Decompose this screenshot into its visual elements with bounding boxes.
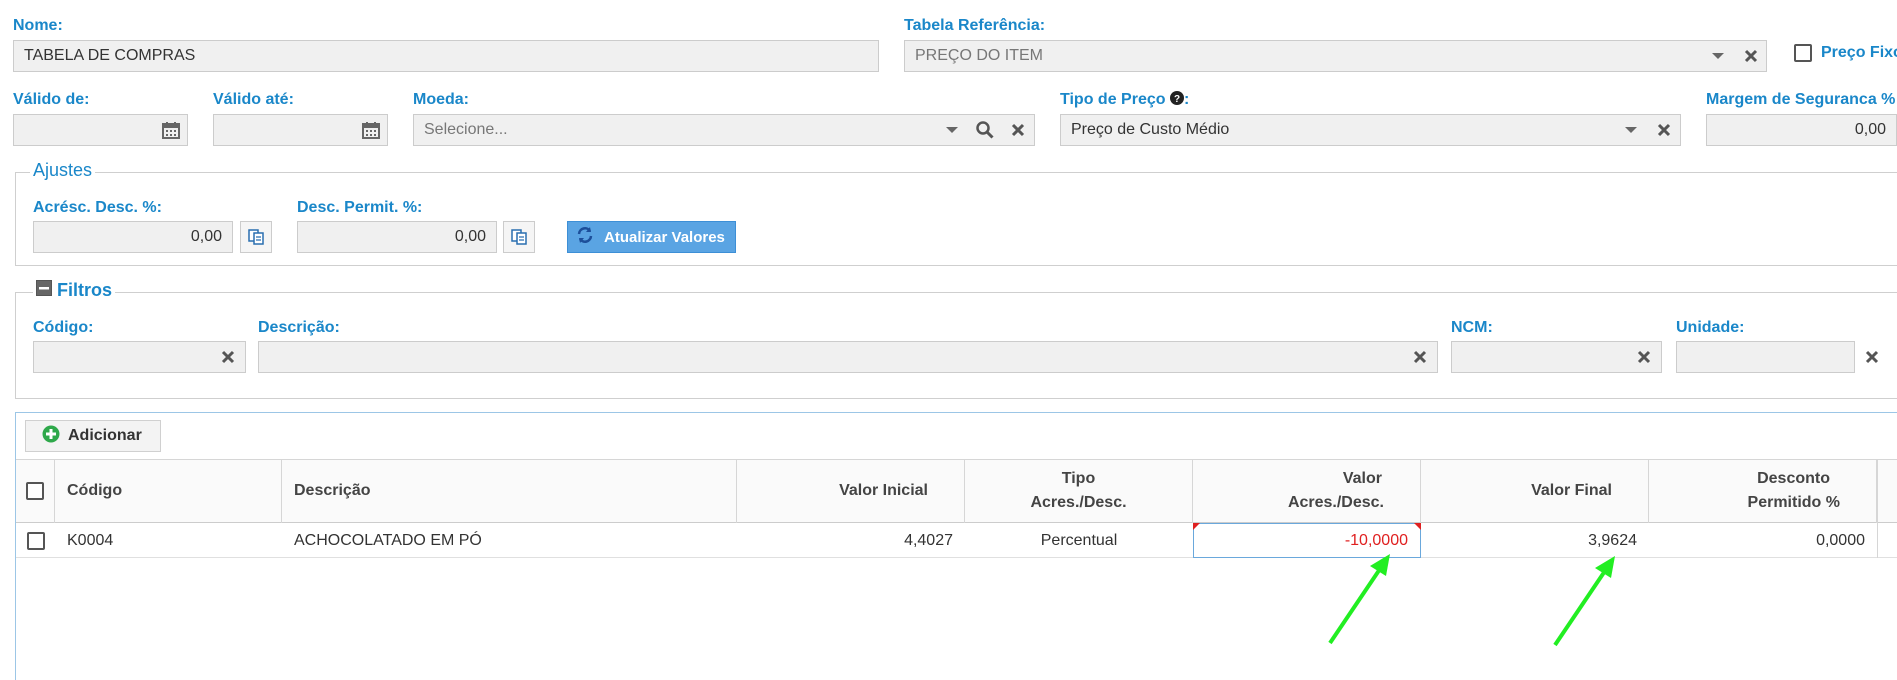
filtro-ncm-label: NCM: [1451,319,1493,336]
column-header-codigo[interactable]: Código [55,459,282,523]
clear-x-icon[interactable] [1405,341,1435,373]
filtros-legend: Filtros [33,280,116,301]
column-header-valor-final[interactable]: Valor Final [1421,459,1649,523]
tipo-preco-select[interactable]: Preço de Custo Médio [1060,114,1681,146]
collapse-minus-icon[interactable] [36,280,52,301]
column-header-tipo-line2: Acres./Desc. [1030,494,1127,511]
nome-label: Nome: [13,17,63,34]
clear-x-icon[interactable] [213,341,243,373]
nome-input[interactable]: TABELA DE COMPRAS [13,40,879,72]
help-circle-icon[interactable]: ? [1169,91,1184,110]
dirty-marker-icon [1414,523,1421,530]
tipo-preco-label-text: Tipo de Preço [1060,91,1166,108]
tipo-preco-label: Tipo de Preço ? : [1060,91,1189,110]
atualizar-valores-label: Atualizar Valores [604,228,725,246]
filtro-codigo-label: Código: [33,319,94,336]
column-header-valor-line1: Valor [1342,470,1382,487]
column-divider [1877,459,1878,558]
arrow-annotation [1553,556,1615,647]
clear-x-icon[interactable] [1857,341,1887,373]
tabela-referencia-input[interactable]: PREÇO DO ITEM [904,40,1767,72]
copy-icon[interactable] [503,221,535,253]
tabela-referencia-label: Tabela Referência: [904,17,1046,34]
column-header-valor-inicial[interactable]: Valor Inicial [737,459,965,523]
column-header-descricao[interactable]: Descrição [282,459,737,523]
cell-valor-inicial: 4,4027 [904,531,953,549]
arrow-annotation [1328,554,1390,645]
margem-seguranca-label: Margem de Seguranca % [1706,91,1896,108]
ajustes-legend: Ajustes [30,160,96,181]
calendar-icon[interactable] [356,114,386,146]
column-header-desconto-line1: Desconto [1757,470,1830,487]
filtro-descricao-label: Descrição: [258,319,340,336]
atualizar-valores-button[interactable]: Atualizar Valores [567,221,736,253]
column-header-desconto-line2: Permitido % [1747,494,1840,511]
valido-ate-label: Válido até: [213,91,294,108]
filtro-descricao-input[interactable] [258,341,1438,373]
row-select-cell [16,523,55,558]
filtro-unidade-input[interactable] [1676,341,1855,373]
search-icon[interactable] [970,114,1000,146]
cell-desconto-permitido: 0,0000 [1816,531,1865,549]
caret-down-icon[interactable] [1703,40,1733,72]
acresc-desc-input[interactable]: 0,00 [33,221,233,253]
column-header-desconto[interactable]: Desconto Permitido % [1649,459,1877,523]
filtros-legend-text: Filtros [57,280,113,300]
column-header-valor-line2: Acres./Desc. [1287,494,1384,511]
adicionar-button[interactable]: Adicionar [25,420,161,452]
adicionar-label: Adicionar [68,427,142,444]
caret-down-icon[interactable] [937,114,967,146]
desc-permit-input[interactable]: 0,00 [297,221,497,253]
column-header-tipo-line1: Tipo [1061,470,1096,487]
row-checkbox[interactable] [26,531,45,550]
clear-x-icon[interactable] [1736,40,1766,72]
cell-descricao: ACHOCOLATADO EM PÓ [294,531,482,549]
filtro-unidade-label: Unidade: [1676,319,1745,336]
select-all-checkbox[interactable] [26,482,44,500]
desc-permit-label: Desc. Permit. %: [297,199,423,216]
clear-x-icon[interactable] [1649,114,1679,146]
header-select-all [16,459,55,523]
preco-fixo-checkbox[interactable] [1794,44,1812,62]
caret-down-icon[interactable] [1616,114,1646,146]
calendar-icon[interactable] [156,114,186,146]
column-header-valor[interactable]: Valor Acres./Desc. [1193,459,1421,523]
clear-x-icon[interactable] [1629,341,1659,373]
moeda-label: Moeda: [413,91,469,108]
clear-x-icon[interactable] [1003,114,1033,146]
cell-tipo[interactable]: Percentual [965,523,1193,558]
svg-text:?: ? [1174,94,1180,105]
column-header-tipo[interactable]: Tipo Acres./Desc. [965,459,1193,523]
valido-de-label: Válido de: [13,91,90,108]
preco-fixo-label: Preço Fixo [1821,44,1897,61]
cell-codigo: K0004 [67,531,114,549]
refresh-icon [576,226,594,248]
colon: : [1183,91,1190,108]
acresc-desc-label: Acrésc. Desc. %: [33,199,162,216]
add-plus-icon [42,425,60,448]
margem-seguranca-input[interactable]: 0,00 [1706,114,1897,146]
copy-icon[interactable] [240,221,272,253]
dirty-marker-icon [1193,523,1200,530]
